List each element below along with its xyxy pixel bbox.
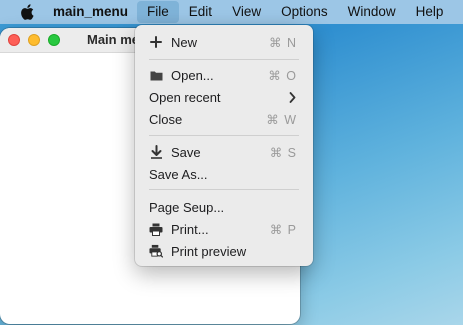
menu-bar: main_menu File Edit View Options Window … [0, 0, 463, 24]
shortcut-label: ⌘ W [266, 112, 297, 127]
menu-item-label: Print... [171, 221, 209, 237]
menu-item-label: Print preview [171, 243, 247, 259]
minimize-window-button[interactable] [28, 34, 40, 46]
menu-separator [149, 59, 299, 60]
menu-item-label: Close [149, 111, 183, 127]
menubar-window[interactable]: Window [338, 0, 406, 24]
menu-separator [149, 135, 299, 136]
menu-item-label: Save [171, 144, 201, 160]
menubar-view[interactable]: View [222, 0, 271, 24]
shortcut-label: ⌘ S [269, 145, 297, 160]
menu-item-print[interactable]: Print... ⌘ P [140, 218, 308, 240]
shortcut-label: ⌘ O [268, 68, 297, 83]
download-icon [149, 145, 163, 159]
menubar-options[interactable]: Options [271, 0, 338, 24]
menu-item-label: Open... [171, 67, 214, 83]
menu-item-label: Save As... [149, 166, 208, 182]
menu-item-open-recent[interactable]: Open recent [140, 86, 308, 108]
menu-item-print-preview[interactable]: Print preview [140, 240, 308, 262]
menu-item-page-setup[interactable]: Page Seup... [140, 196, 308, 218]
close-window-button[interactable] [8, 34, 20, 46]
print-preview-icon [149, 244, 163, 258]
apple-menu-icon[interactable] [17, 4, 37, 20]
menu-item-label: Page Seup... [149, 199, 225, 215]
menubar-app-name[interactable]: main_menu [45, 0, 137, 24]
menu-separator [149, 189, 299, 190]
plus-icon [149, 35, 163, 49]
shortcut-label: ⌘ N [269, 35, 297, 50]
menubar-file[interactable]: File [137, 1, 179, 23]
window-title: Main me [87, 32, 140, 47]
menu-item-save[interactable]: Save ⌘ S [140, 141, 308, 163]
maximize-window-button[interactable] [48, 34, 60, 46]
menu-item-save-as[interactable]: Save As... [140, 163, 308, 185]
chevron-right-icon [289, 91, 296, 106]
printer-icon [149, 222, 163, 236]
shortcut-label: ⌘ P [269, 222, 297, 237]
menu-item-label: Open recent [149, 89, 221, 105]
menubar-edit[interactable]: Edit [179, 0, 222, 24]
menubar-help[interactable]: Help [406, 0, 454, 24]
menu-item-new[interactable]: New ⌘ N [140, 31, 308, 53]
menu-item-close[interactable]: Close ⌘ W [140, 108, 308, 130]
menu-item-label: New [171, 34, 198, 50]
file-menu-dropdown: New ⌘ N Open... ⌘ O Open recent Close ⌘ … [135, 25, 313, 266]
menu-item-open[interactable]: Open... ⌘ O [140, 64, 308, 86]
folder-icon [149, 68, 163, 82]
